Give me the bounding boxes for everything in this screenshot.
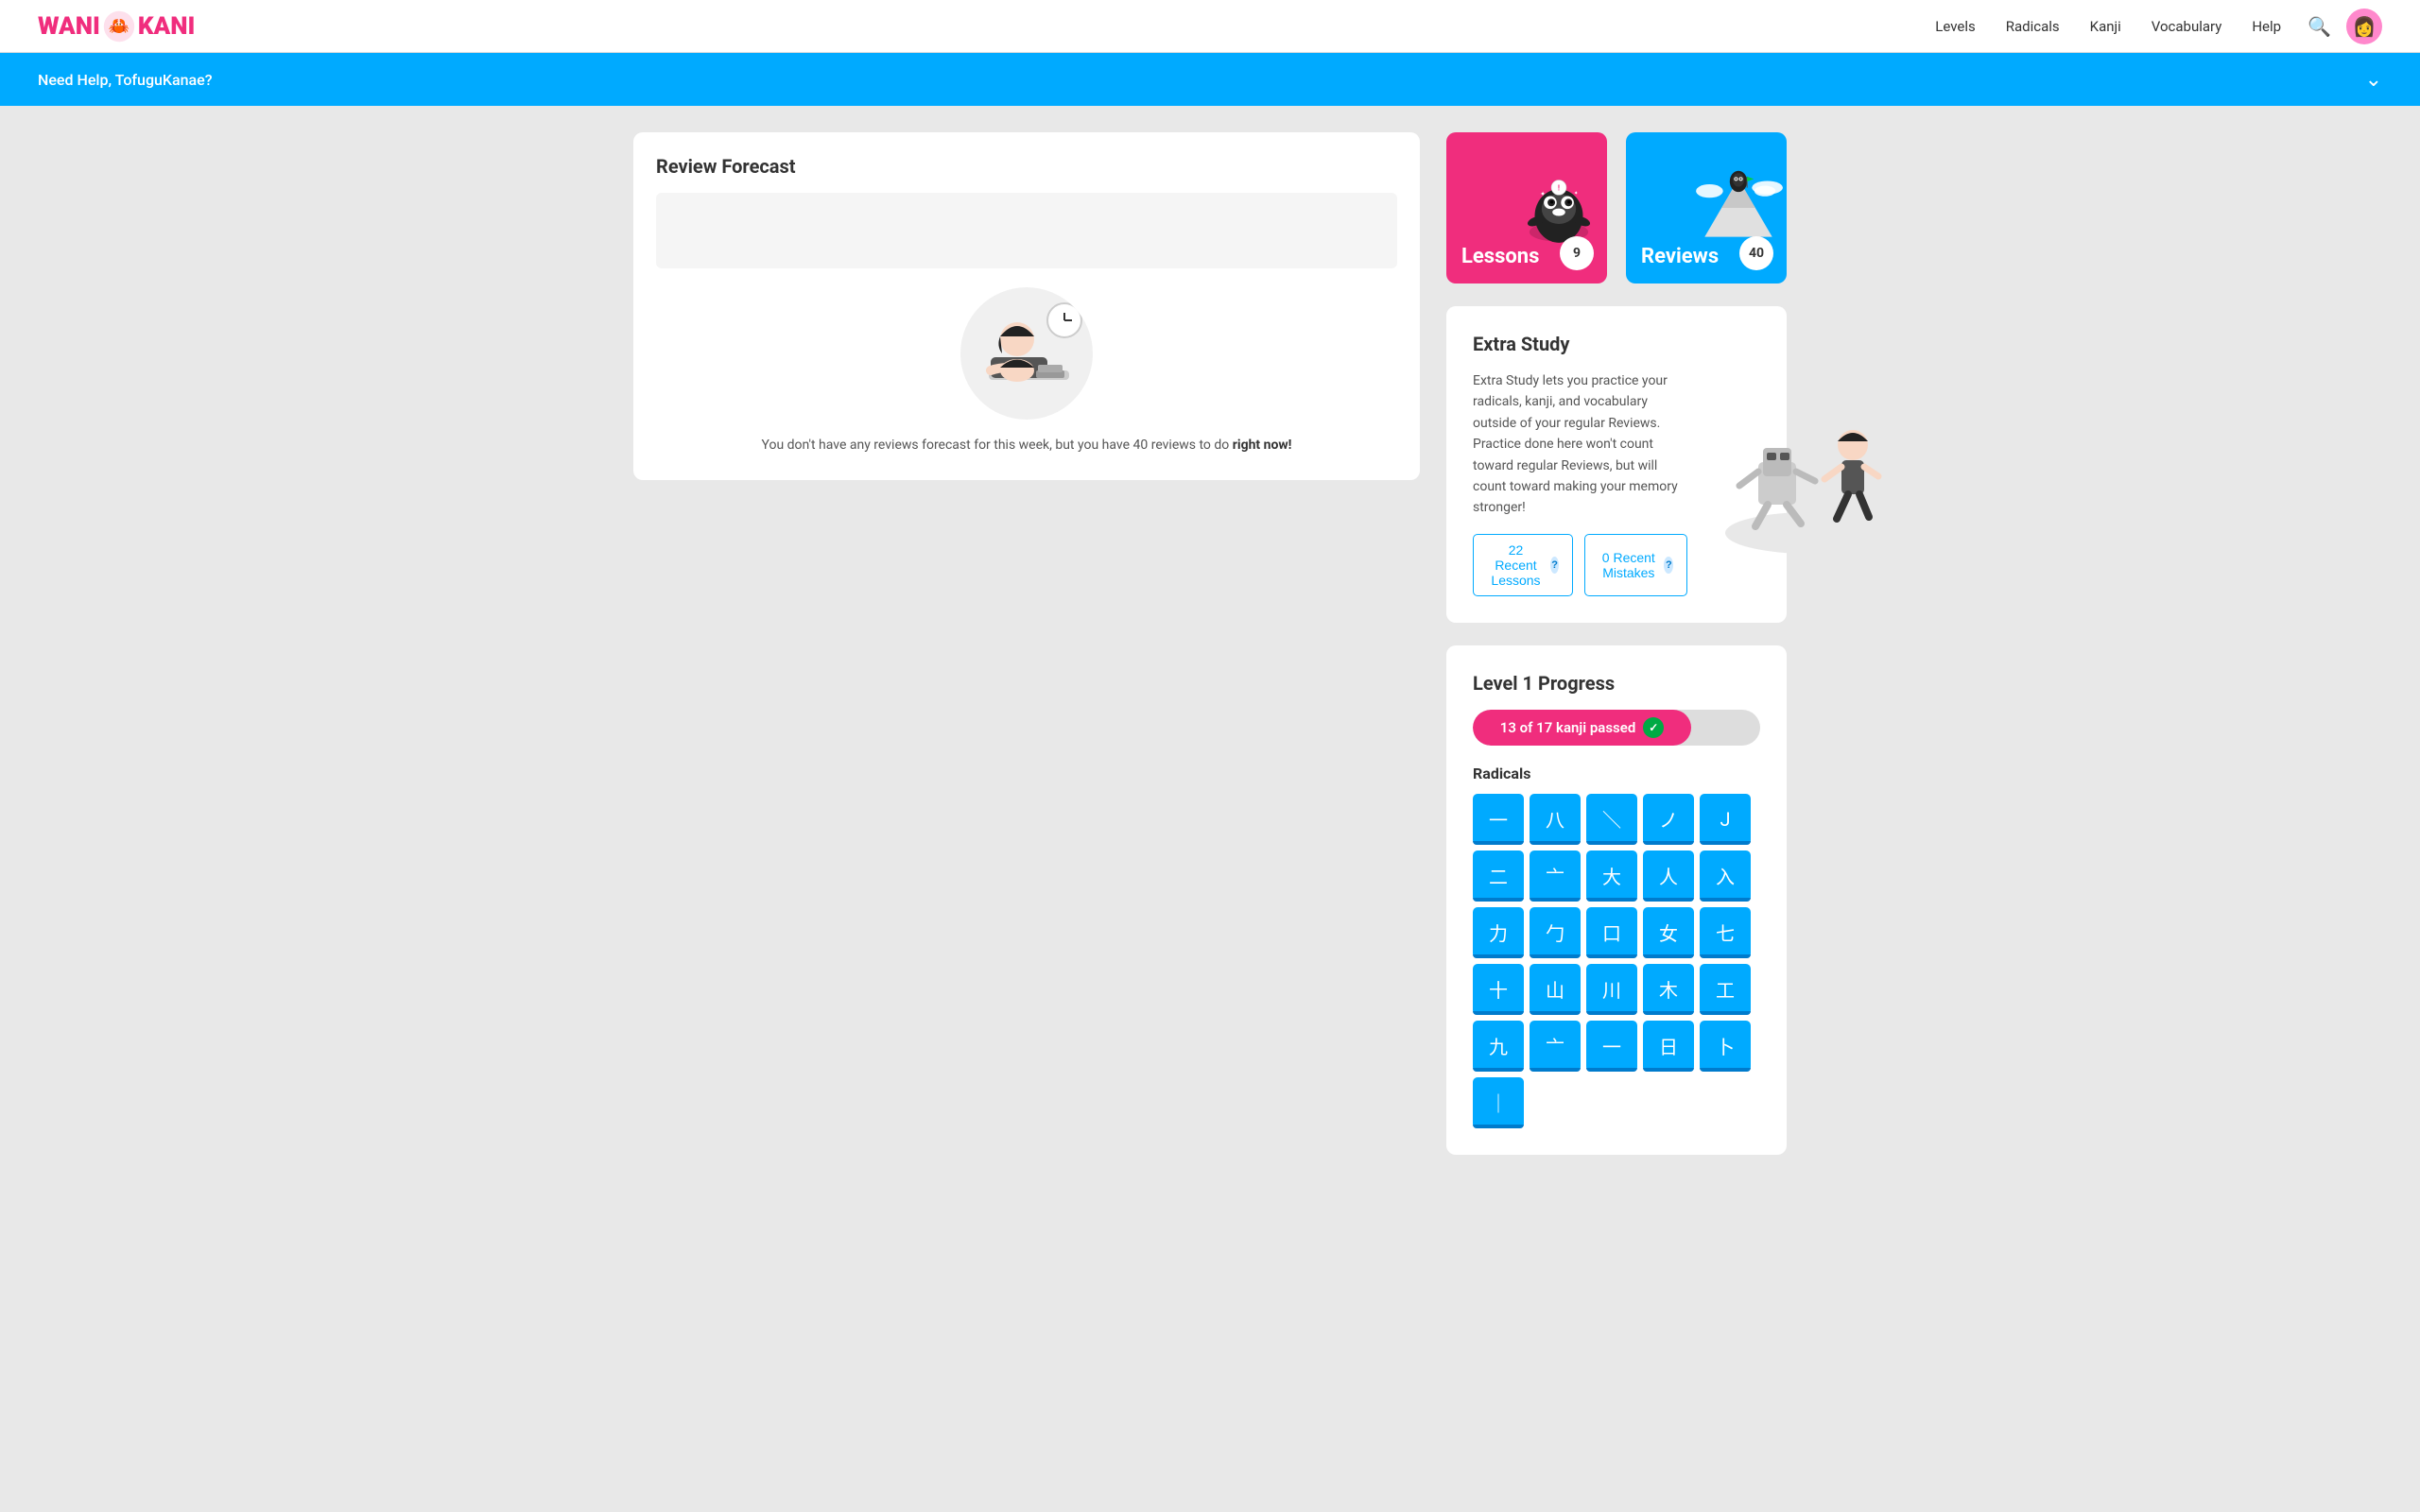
nav-help[interactable]: Help <box>2252 18 2281 35</box>
navbar: WANI 🦀 KANI Levels Radicals Kanji Vocabu… <box>0 0 2420 53</box>
forecast-text-bold: right now! <box>1233 438 1292 453</box>
svg-text:🦀: 🦀 <box>109 16 130 36</box>
svg-text:!: ! <box>1558 183 1560 192</box>
radical-tile[interactable]: 二 <box>1473 850 1524 902</box>
recent-mistakes-button[interactable]: 0 Recent Mistakes ? <box>1584 534 1687 596</box>
nav-kanji[interactable]: Kanji <box>2090 18 2121 35</box>
logo-text-left: WANI <box>38 12 100 41</box>
lessons-help-icon[interactable]: ? <box>1550 557 1559 574</box>
radical-tile[interactable]: ｜ <box>1473 1077 1524 1128</box>
extra-study-title: Extra Study <box>1473 333 1760 355</box>
recent-lessons-label: 22 Recent Lessons <box>1487 542 1545 588</box>
radicals-subsection: Radicals 一八＼ノJ二亠大人入力勹口女七十山川木工九亠一日卜｜ <box>1473 765 1760 1128</box>
extra-study-text: Extra Study lets you practice your radic… <box>1473 370 1687 596</box>
logo-text-right: KANI <box>138 12 195 41</box>
nav-vocabulary[interactable]: Vocabulary <box>2152 18 2222 35</box>
extra-study-inner: Extra Study lets you practice your radic… <box>1473 370 1760 596</box>
radical-tile[interactable]: 山 <box>1530 964 1581 1015</box>
logo[interactable]: WANI 🦀 KANI <box>38 9 195 43</box>
extra-study-buttons: 22 Recent Lessons ? 0 Recent Mistakes ? <box>1473 534 1687 596</box>
forecast-illustration <box>960 287 1093 420</box>
radical-tile[interactable]: J <box>1700 794 1751 845</box>
reviews-label: Reviews <box>1626 230 1734 284</box>
radical-tile[interactable]: 亠 <box>1530 850 1581 902</box>
radical-tile[interactable]: 亠 <box>1530 1021 1581 1072</box>
level-progress-title: Level 1 Progress <box>1473 672 1760 695</box>
lessons-badge: 9 <box>1560 236 1594 270</box>
radical-tile[interactable]: 大 <box>1586 850 1637 902</box>
main-container: ! ✦ ✦ Lessons 9 <box>596 106 1824 1257</box>
avatar-emoji: 👩 <box>2353 15 2377 38</box>
avatar[interactable]: 👩 <box>2346 9 2382 44</box>
help-banner[interactable]: Need Help, TofuguKanae? ⌄ <box>0 53 2420 106</box>
radical-tile[interactable]: ノ <box>1643 794 1694 845</box>
radical-tile[interactable]: 川 <box>1586 964 1637 1015</box>
lessons-card[interactable]: ! ✦ ✦ Lessons 9 <box>1446 132 1607 284</box>
radical-tile[interactable]: 十 <box>1473 964 1524 1015</box>
search-icon[interactable]: 🔍 <box>2308 15 2331 38</box>
checkmark-icon: ✓ <box>1643 717 1664 738</box>
chevron-down-icon: ⌄ <box>2365 68 2382 92</box>
radical-tile[interactable]: 一 <box>1586 1021 1637 1072</box>
review-forecast-card: Review Forecast <box>633 132 1420 480</box>
radical-tile[interactable]: 工 <box>1700 964 1751 1015</box>
extra-study-section: Extra Study Extra Study lets you practic… <box>1446 306 1787 623</box>
radical-tile[interactable]: ＼ <box>1586 794 1637 845</box>
nav-radicals[interactable]: Radicals <box>2006 18 2060 35</box>
radical-tile[interactable]: 人 <box>1643 850 1694 902</box>
nav-icons: 🔍 👩 <box>2308 9 2382 44</box>
running-illustration-icon <box>1706 405 1914 557</box>
waiting-girl-icon <box>960 287 1093 420</box>
level-progress-section: Level 1 Progress 13 of 17 kanji passed ✓… <box>1446 645 1787 1155</box>
radical-tile[interactable]: 日 <box>1643 1021 1694 1072</box>
radical-tile[interactable]: 入 <box>1700 850 1751 902</box>
nav-levels[interactable]: Levels <box>1935 18 1975 35</box>
radical-tile[interactable]: 女 <box>1643 907 1694 958</box>
recent-lessons-button[interactable]: 22 Recent Lessons ? <box>1473 534 1573 596</box>
lessons-label: Lessons <box>1446 230 1554 284</box>
left-column: ! ✦ ✦ Lessons 9 <box>1446 132 1787 1177</box>
radical-tile[interactable]: 力 <box>1473 907 1524 958</box>
radical-tile[interactable]: 卜 <box>1700 1021 1751 1072</box>
reviews-card[interactable]: Reviews 40 <box>1626 132 1787 284</box>
radical-tile[interactable]: 一 <box>1473 794 1524 845</box>
radicals-grid: 一八＼ノJ二亠大人入力勹口女七十山川木工九亠一日卜｜ <box>1473 794 1760 1128</box>
reviews-badge: 40 <box>1739 236 1773 270</box>
radical-tile[interactable]: 木 <box>1643 964 1694 1015</box>
mistakes-help-icon[interactable]: ? <box>1664 557 1673 574</box>
radical-tile[interactable]: 八 <box>1530 794 1581 845</box>
nav-links: Levels Radicals Kanji Vocabulary Help <box>1935 17 2281 35</box>
forecast-text: You don't have any reviews forecast for … <box>656 435 1397 457</box>
extra-study-illustration <box>1706 405 1914 560</box>
radicals-subtitle: Radicals <box>1473 765 1760 782</box>
recent-mistakes-label: 0 Recent Mistakes <box>1599 550 1658 580</box>
forecast-chart <box>656 193 1397 268</box>
crab-icon: 🦀 <box>102 9 136 43</box>
sidebar: Review Forecast <box>633 132 1420 1230</box>
radical-tile[interactable]: 九 <box>1473 1021 1524 1072</box>
progress-text: 13 of 17 kanji passed <box>1500 719 1636 736</box>
radical-tile[interactable]: 勹 <box>1530 907 1581 958</box>
extra-study-description: Extra Study lets you practice your radic… <box>1473 370 1687 519</box>
svg-text:✦: ✦ <box>1540 191 1546 198</box>
svg-text:✦: ✦ <box>1574 190 1579 197</box>
cards-row: ! ✦ ✦ Lessons 9 <box>1446 132 1787 284</box>
help-banner-text: Need Help, TofuguKanae? <box>38 71 213 89</box>
radical-tile[interactable]: 口 <box>1586 907 1637 958</box>
progress-bar-fill: 13 of 17 kanji passed ✓ <box>1473 710 1691 746</box>
review-forecast-title: Review Forecast <box>656 155 1397 178</box>
progress-bar-container: 13 of 17 kanji passed ✓ <box>1473 710 1760 746</box>
forecast-text-before: You don't have any reviews forecast for … <box>762 438 1230 453</box>
radical-tile[interactable]: 七 <box>1700 907 1751 958</box>
